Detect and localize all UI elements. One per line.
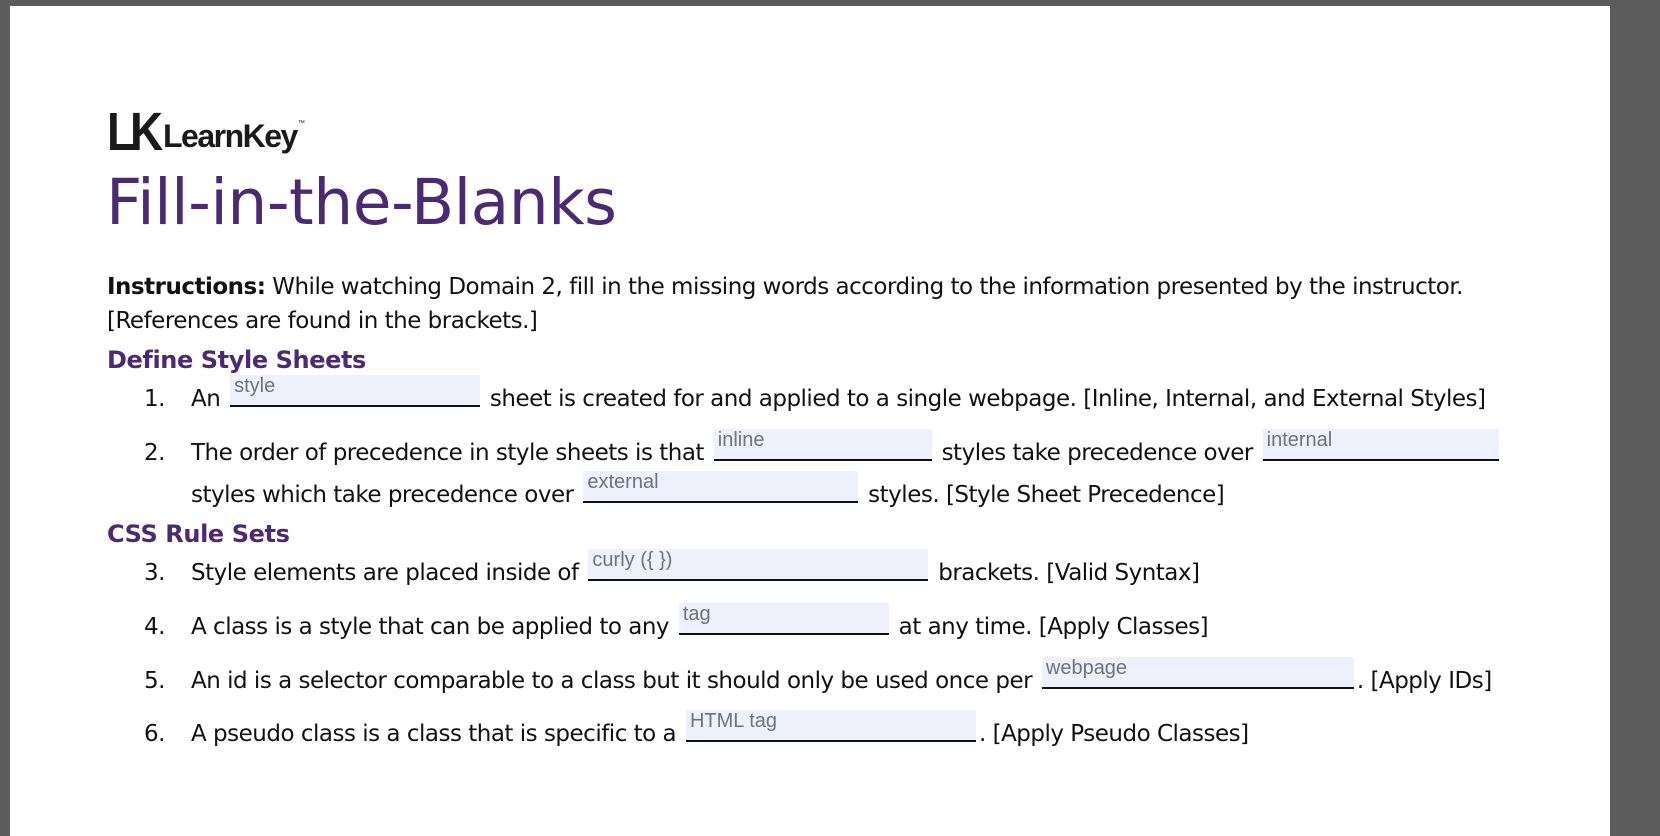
question-text: at any time. [Apply Classes]	[891, 614, 1209, 640]
question-text: sheet is created for and applied to a si…	[483, 386, 1486, 412]
learnkey-logo: LK LearnKey ™	[107, 102, 305, 162]
answer-value: inline	[717, 429, 765, 451]
answer-value: tag	[682, 603, 711, 625]
question-text: An id is a selector comparable to a clas…	[191, 668, 1039, 694]
instructions-label: Instructions:	[107, 274, 266, 300]
instructions: Instructions: While watching Domain 2, f…	[107, 270, 1577, 338]
answer-field-1[interactable]: style	[230, 375, 481, 407]
question-text: An	[191, 386, 228, 412]
question-text: Style elements are placed inside of	[191, 560, 586, 586]
answer-field-4[interactable]: tag	[678, 603, 889, 635]
question-6: 6. A pseudo class is a class that is spec…	[144, 709, 1584, 751]
question-text: . [Apply Pseudo Classes]	[978, 721, 1249, 747]
instructions-text: While watching Domain 2, fill in the mis…	[107, 274, 1463, 334]
question-number: 3.	[144, 560, 165, 586]
question-text: brackets. [Valid Syntax]	[931, 560, 1200, 586]
answer-value: internal	[1266, 429, 1333, 451]
question-text: A class is a style that can be applied t…	[191, 614, 676, 640]
answer-field-6[interactable]: HTML tag	[685, 710, 976, 742]
answer-field-2a[interactable]: inline	[713, 429, 932, 461]
question-2: 2. The order of precedence in style sheet…	[144, 428, 1584, 512]
question-number: 2.	[144, 440, 165, 466]
question-text: The order of precedence in style sheets …	[191, 440, 711, 466]
answer-value: curly ({ })	[592, 549, 673, 571]
document-page: LK LearnKey ™ Fill-in-the-Blanks Instruc…	[10, 6, 1610, 836]
answer-value: style	[234, 375, 276, 397]
question-number: 5.	[144, 668, 165, 694]
question-3: 3. Style elements are placed inside of cu…	[144, 548, 1584, 590]
logo-trademark: ™	[297, 120, 305, 127]
question-4: 4. A class is a style that can be applied…	[144, 602, 1584, 644]
question-continuation: styles which take precedence over extern…	[144, 470, 1584, 512]
logo-text: LearnKey	[162, 118, 298, 154]
question-number: 1.	[144, 386, 165, 412]
question-number: 4.	[144, 614, 165, 640]
answer-value: HTML tag	[689, 710, 778, 732]
answer-field-3[interactable]: curly ({ })	[588, 549, 929, 581]
question-text: A pseudo class is a class that is specif…	[191, 721, 683, 747]
answer-field-2b[interactable]: internal	[1262, 429, 1499, 461]
answer-field-2c[interactable]: external	[583, 471, 859, 503]
question-text: . [Apply IDs]	[1356, 668, 1492, 694]
page-title: Fill-in-the-Blanks	[106, 166, 617, 239]
question-1: 1. An style sheet is created for and appl…	[144, 374, 1584, 416]
question-number: 6.	[144, 721, 165, 747]
question-5: 5. An id is a selector comparable to a cl…	[144, 656, 1584, 698]
answer-value: external	[587, 471, 659, 493]
logo-mark: LK	[107, 102, 163, 162]
answer-field-5[interactable]: webpage	[1041, 657, 1354, 689]
question-text: styles take precedence over	[934, 440, 1260, 466]
question-text: styles which take precedence over	[191, 482, 581, 508]
answer-value: webpage	[1045, 657, 1128, 679]
question-text: styles. [Style Sheet Precedence]	[861, 482, 1225, 508]
section-heading-css-rule-sets: CSS Rule Sets	[107, 520, 290, 548]
